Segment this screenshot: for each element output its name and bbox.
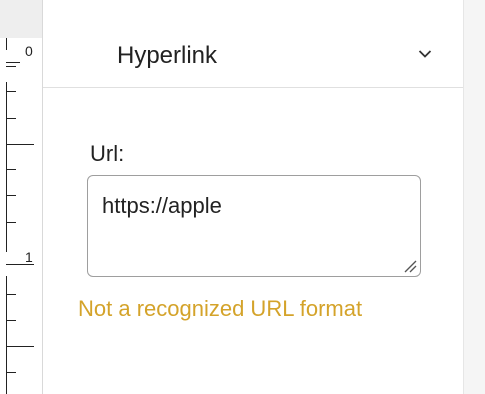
panel-header[interactable]: Hyperlink [43,10,463,88]
ruler-label-0: 0 [25,43,33,59]
vertical-ruler: 0 1 [0,0,43,394]
ruler-tick [6,91,16,92]
ruler-corner [0,0,42,38]
ruler-tick [6,144,34,145]
ruler-label-1: 1 [25,249,33,265]
ruler-tick [6,346,34,347]
ruler-tick [6,264,20,265]
ruler-tick [6,294,16,295]
url-label: Url: [90,141,125,166]
right-scroll-strip[interactable] [463,0,485,394]
ruler-tick [6,66,16,67]
hyperlink-editor: 0 1 Hyperlink Url: https://apple Not a r… [0,0,485,394]
validation-message: Not a recognized URL format [78,296,363,321]
ruler-vertical-line [6,82,7,252]
url-field[interactable]: https://apple [87,175,421,277]
panel-title: Hyperlink [117,42,218,69]
ruler-tick [6,62,20,63]
ruler-tick [6,195,16,196]
chevron-down-icon[interactable] [418,49,432,59]
ruler-tick [6,169,16,170]
ruler-tick [6,372,16,373]
ruler-tick [6,222,16,223]
resize-grip-icon[interactable] [401,257,417,273]
ruler-vertical-line [6,38,7,50]
hyperlink-panel: Hyperlink Url: https://apple Not a recog… [43,0,463,394]
ruler-tick [6,118,16,119]
ruler-track: 0 1 [0,38,42,394]
ruler-tick [6,320,16,321]
